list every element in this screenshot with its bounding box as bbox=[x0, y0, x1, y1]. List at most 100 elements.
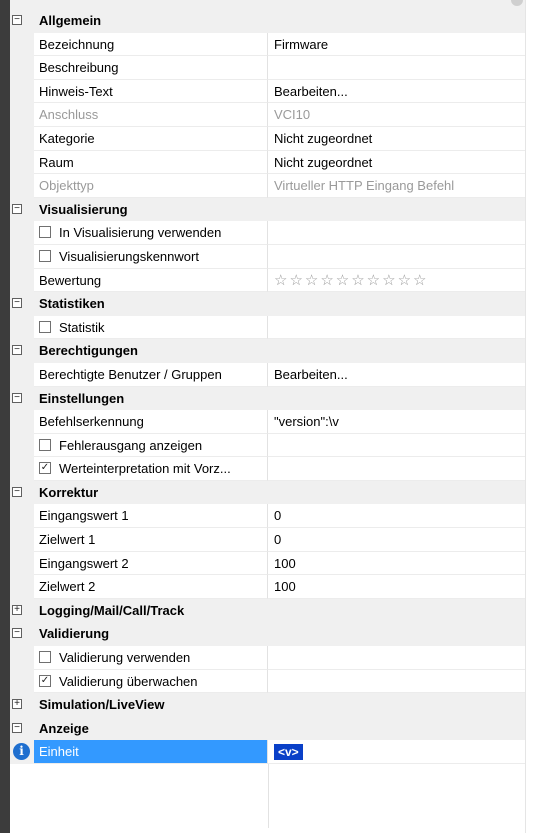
info-icon: i bbox=[13, 743, 30, 761]
category-statistiken[interactable]: − Statistiken bbox=[10, 292, 525, 316]
property-name: Bezeichnung bbox=[34, 32, 268, 57]
category-simulation[interactable]: + Simulation/LiveView bbox=[10, 693, 525, 717]
checkbox-label: Validierung verwenden bbox=[59, 650, 191, 666]
category-label: Statistiken bbox=[39, 296, 105, 312]
property-row-berechtigte-benutzer[interactable]: Berechtigte Benutzer / Gruppen Bearbeite… bbox=[10, 362, 525, 387]
property-row-validierung-verwenden[interactable]: Validierung verwenden bbox=[10, 646, 525, 670]
property-row-zielwert-2[interactable]: Zielwert 2 100 bbox=[10, 575, 525, 599]
collapse-icon[interactable]: − bbox=[12, 298, 22, 309]
property-value[interactable] bbox=[268, 434, 525, 458]
property-grid: − Allgemein Bezeichnung Firmware Beschre… bbox=[10, 9, 525, 833]
property-value[interactable]: 0 bbox=[268, 504, 525, 529]
rating-stars-container[interactable]: ☆☆☆☆☆☆☆☆☆☆ bbox=[268, 269, 525, 293]
checkbox-label: Validierung überwachen bbox=[59, 673, 198, 689]
collapse-icon[interactable]: − bbox=[12, 345, 22, 356]
collapse-icon[interactable]: − bbox=[12, 486, 22, 497]
property-value[interactable] bbox=[268, 245, 525, 269]
property-value[interactable]: Nicht zugeordnet bbox=[268, 151, 525, 175]
property-value[interactable]: 100 bbox=[268, 552, 525, 576]
property-value[interactable] bbox=[268, 56, 525, 80]
edit-link[interactable]: Bearbeiten... bbox=[268, 80, 525, 104]
property-name: Einheit bbox=[34, 740, 268, 764]
property-row-beschreibung[interactable]: Beschreibung bbox=[10, 56, 525, 80]
property-row-anschluss: Anschluss VCI10 bbox=[10, 103, 525, 127]
property-row-befehlserkennung[interactable]: Befehlserkennung "version":\v bbox=[10, 410, 525, 434]
property-value[interactable] bbox=[268, 646, 525, 670]
checkbox[interactable] bbox=[39, 250, 51, 262]
property-value: VCI10 bbox=[268, 103, 525, 127]
property-row-raum[interactable]: Raum Nicht zugeordnet bbox=[10, 150, 525, 175]
vertical-scrollbar[interactable] bbox=[525, 0, 535, 833]
property-value[interactable]: Firmware bbox=[268, 33, 525, 57]
property-name: Raum bbox=[34, 150, 268, 175]
collapse-icon[interactable]: − bbox=[12, 722, 22, 733]
property-name: Beschreibung bbox=[34, 56, 268, 80]
value-token[interactable]: <v> bbox=[274, 744, 303, 761]
property-row-werteinterpretation[interactable]: ✓ Werteinterpretation mit Vorz... bbox=[10, 457, 525, 481]
expand-icon[interactable]: + bbox=[12, 604, 22, 615]
property-value[interactable]: "version":\v bbox=[268, 410, 525, 434]
property-name-container: Statistik bbox=[34, 315, 268, 340]
category-anzeige[interactable]: − Anzeige bbox=[10, 716, 525, 741]
category-einstellungen[interactable]: − Einstellungen bbox=[10, 386, 525, 411]
property-row-validierung-ueberwachen[interactable]: ✓ Validierung überwachen bbox=[10, 669, 525, 694]
checkbox-label: Visualisierungskennwort bbox=[59, 248, 199, 264]
category-label: Visualisierung bbox=[39, 201, 128, 217]
property-value[interactable] bbox=[268, 670, 525, 694]
collapse-icon[interactable]: − bbox=[12, 628, 22, 639]
property-row-zielwert-1[interactable]: Zielwert 1 0 bbox=[10, 528, 525, 552]
property-row-bezeichnung[interactable]: Bezeichnung Firmware bbox=[10, 32, 525, 57]
property-name-container: In Visualisierung verwenden bbox=[34, 221, 268, 245]
rating-stars-icon[interactable]: ☆☆☆☆☆☆☆☆☆☆ bbox=[274, 272, 428, 289]
category-validierung[interactable]: − Validierung bbox=[10, 622, 525, 647]
checkbox-label: Werteinterpretation mit Vorz... bbox=[59, 461, 231, 477]
property-value[interactable]: Nicht zugeordnet bbox=[268, 127, 525, 151]
property-value-container[interactable]: <v> bbox=[268, 740, 525, 764]
category-label: Allgemein bbox=[39, 13, 102, 28]
scrollbar-thumb[interactable] bbox=[511, 0, 523, 6]
category-logging[interactable]: + Logging/Mail/Call/Track bbox=[10, 598, 525, 623]
property-row-eingangswert-1[interactable]: Eingangswert 1 0 bbox=[10, 504, 525, 529]
checkbox-checked[interactable]: ✓ bbox=[39, 674, 51, 687]
property-value[interactable]: 0 bbox=[268, 528, 525, 552]
property-value[interactable] bbox=[268, 316, 525, 340]
property-row-eingangswert-2[interactable]: Eingangswert 2 100 bbox=[10, 551, 525, 576]
property-row-in-visualisierung-verwenden[interactable]: In Visualisierung verwenden bbox=[10, 221, 525, 245]
checkbox[interactable] bbox=[39, 438, 51, 451]
expand-icon[interactable]: + bbox=[12, 699, 22, 710]
category-allgemein[interactable]: − Allgemein bbox=[10, 9, 525, 33]
property-value[interactable] bbox=[268, 457, 525, 481]
property-name: Zielwert 1 bbox=[34, 528, 268, 552]
category-berechtigungen[interactable]: − Berechtigungen bbox=[10, 339, 525, 363]
collapse-icon[interactable]: − bbox=[12, 203, 22, 214]
property-row-hinweis-text[interactable]: Hinweis-Text Bearbeiten... bbox=[10, 79, 525, 104]
property-name: Bewertung bbox=[34, 268, 268, 293]
checkbox[interactable] bbox=[39, 320, 51, 333]
property-row-kategorie[interactable]: Kategorie Nicht zugeordnet bbox=[10, 126, 525, 151]
category-korrektur[interactable]: − Korrektur bbox=[10, 480, 525, 505]
property-name: Kategorie bbox=[34, 126, 268, 151]
category-label: Anzeige bbox=[39, 720, 89, 736]
property-row-visualisierungskennwort[interactable]: Visualisierungskennwort bbox=[10, 244, 525, 269]
property-name: Objekttyp bbox=[34, 174, 268, 198]
checkbox-label: Fehlerausgang anzeigen bbox=[59, 437, 203, 453]
collapse-icon[interactable]: − bbox=[12, 392, 22, 403]
property-row-fehlerausgang[interactable]: Fehlerausgang anzeigen bbox=[10, 433, 525, 458]
checkbox[interactable] bbox=[39, 651, 51, 664]
property-row-statistik[interactable]: Statistik bbox=[10, 315, 525, 340]
checkbox-checked[interactable]: ✓ bbox=[39, 462, 51, 475]
property-name: Befehlserkennung bbox=[34, 410, 268, 434]
category-label: Einstellungen bbox=[39, 390, 125, 406]
checkbox[interactable] bbox=[39, 226, 51, 239]
property-row-bewertung[interactable]: Bewertung ☆☆☆☆☆☆☆☆☆☆ bbox=[10, 268, 525, 293]
property-value[interactable] bbox=[268, 221, 525, 245]
left-panel-edge bbox=[0, 0, 10, 833]
category-label: Validierung bbox=[39, 626, 110, 642]
property-name-container: ✓ Werteinterpretation mit Vorz... bbox=[34, 457, 268, 481]
edit-link[interactable]: Bearbeiten... bbox=[268, 363, 525, 387]
property-name: Eingangswert 1 bbox=[34, 504, 268, 529]
property-row-einheit[interactable]: i Einheit <v> bbox=[10, 740, 525, 764]
category-visualisierung[interactable]: − Visualisierung bbox=[10, 197, 525, 222]
collapse-icon[interactable]: − bbox=[12, 15, 22, 25]
property-value[interactable]: 100 bbox=[268, 575, 525, 599]
